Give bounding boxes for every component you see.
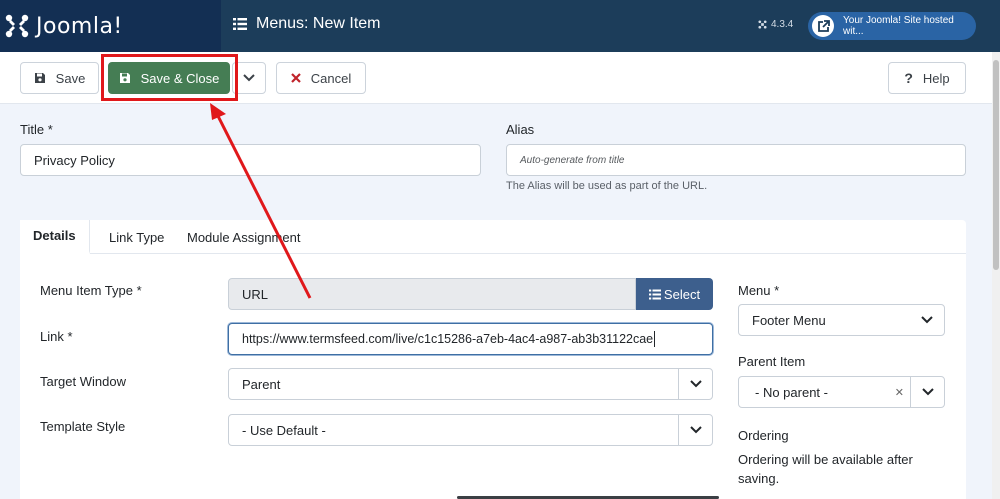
menu-label: Menu * (738, 283, 780, 298)
chevron-down-icon (678, 415, 712, 445)
site-link-text: Your Joomla! Site hosted wit... (843, 15, 954, 37)
save-button[interactable]: Save (20, 62, 99, 94)
template-style-select[interactable]: - Use Default - (228, 414, 713, 446)
link-label: Link * (40, 329, 73, 344)
joomla-small-icon (758, 20, 767, 29)
tab-bar: Details Link Type Module Assignment (20, 220, 966, 254)
alias-help: The Alias will be used as part of the UR… (506, 180, 708, 192)
close-icon (290, 73, 301, 83)
alias-label: Alias (506, 122, 535, 137)
version-badge: 4.3.4 (758, 19, 793, 30)
link-input[interactable]: https://www.termsfeed.com/live/c1c15286-… (228, 323, 713, 355)
tab-module-assignment[interactable]: Module Assignment (174, 220, 313, 254)
logo-text: Joomla! (36, 13, 123, 39)
tab-details[interactable]: Details (20, 220, 90, 254)
joomla-logo-icon (5, 14, 29, 38)
chevron-down-icon (243, 74, 255, 82)
target-window-value: Parent (242, 376, 281, 392)
save-icon (34, 73, 45, 83)
alias-input[interactable]: Auto-generate from title (506, 144, 966, 176)
parent-item-value: - No parent - (755, 384, 828, 400)
ordering-label: Ordering (738, 428, 789, 443)
annotation-highlight (101, 54, 238, 101)
version-text: 4.3.4 (771, 19, 794, 30)
scrollbar-thumb[interactable] (993, 60, 999, 270)
help-label: Help (922, 70, 950, 86)
logo[interactable]: Joomla! (0, 0, 221, 52)
parent-item-label: Parent Item (738, 354, 806, 369)
chevron-down-icon (910, 305, 944, 335)
target-window-label: Target Window (40, 374, 126, 389)
title-input[interactable]: Privacy Policy (20, 144, 481, 176)
menu-select[interactable]: Footer Menu (738, 304, 945, 336)
text-caret (654, 331, 656, 347)
menu-item-type-label: Menu Item Type * (40, 283, 142, 298)
tab-link-type[interactable]: Link Type (96, 220, 177, 254)
list-icon (233, 18, 247, 30)
select-button-label: Select (663, 286, 701, 302)
chevron-down-icon (910, 377, 944, 407)
question-icon: ? (904, 70, 913, 86)
chevron-down-icon (678, 369, 712, 399)
cancel-label: Cancel (310, 70, 352, 86)
menu-value: Footer Menu (752, 312, 826, 328)
help-button[interactable]: ? Help (888, 62, 966, 94)
target-window-select[interactable]: Parent (228, 368, 713, 400)
select-button[interactable]: Select (636, 278, 713, 310)
link-input-value: https://www.termsfeed.com/live/c1c15286-… (242, 332, 654, 346)
title-label: Title * (20, 122, 53, 137)
cancel-button[interactable]: Cancel (276, 62, 366, 94)
external-link-icon (812, 15, 834, 37)
template-style-label: Template Style (40, 419, 126, 434)
parent-item-select[interactable]: - No parent - ✕ (738, 376, 945, 408)
template-style-value: - Use Default - (242, 422, 326, 438)
header: Joomla! Menus: New Item 4.3.4 Your Jooml… (0, 0, 1000, 52)
page-title-text: Menus: New Item (256, 15, 381, 32)
clear-icon[interactable]: ✕ (895, 386, 904, 399)
menu-item-type-field: URL (228, 278, 636, 310)
site-link[interactable]: Your Joomla! Site hosted wit... (808, 12, 976, 40)
list-select-icon (648, 289, 661, 299)
page-title: Menus: New Item (233, 15, 380, 33)
ordering-info: Ordering will be available after saving. (738, 452, 913, 486)
save-label: Save (55, 70, 86, 86)
